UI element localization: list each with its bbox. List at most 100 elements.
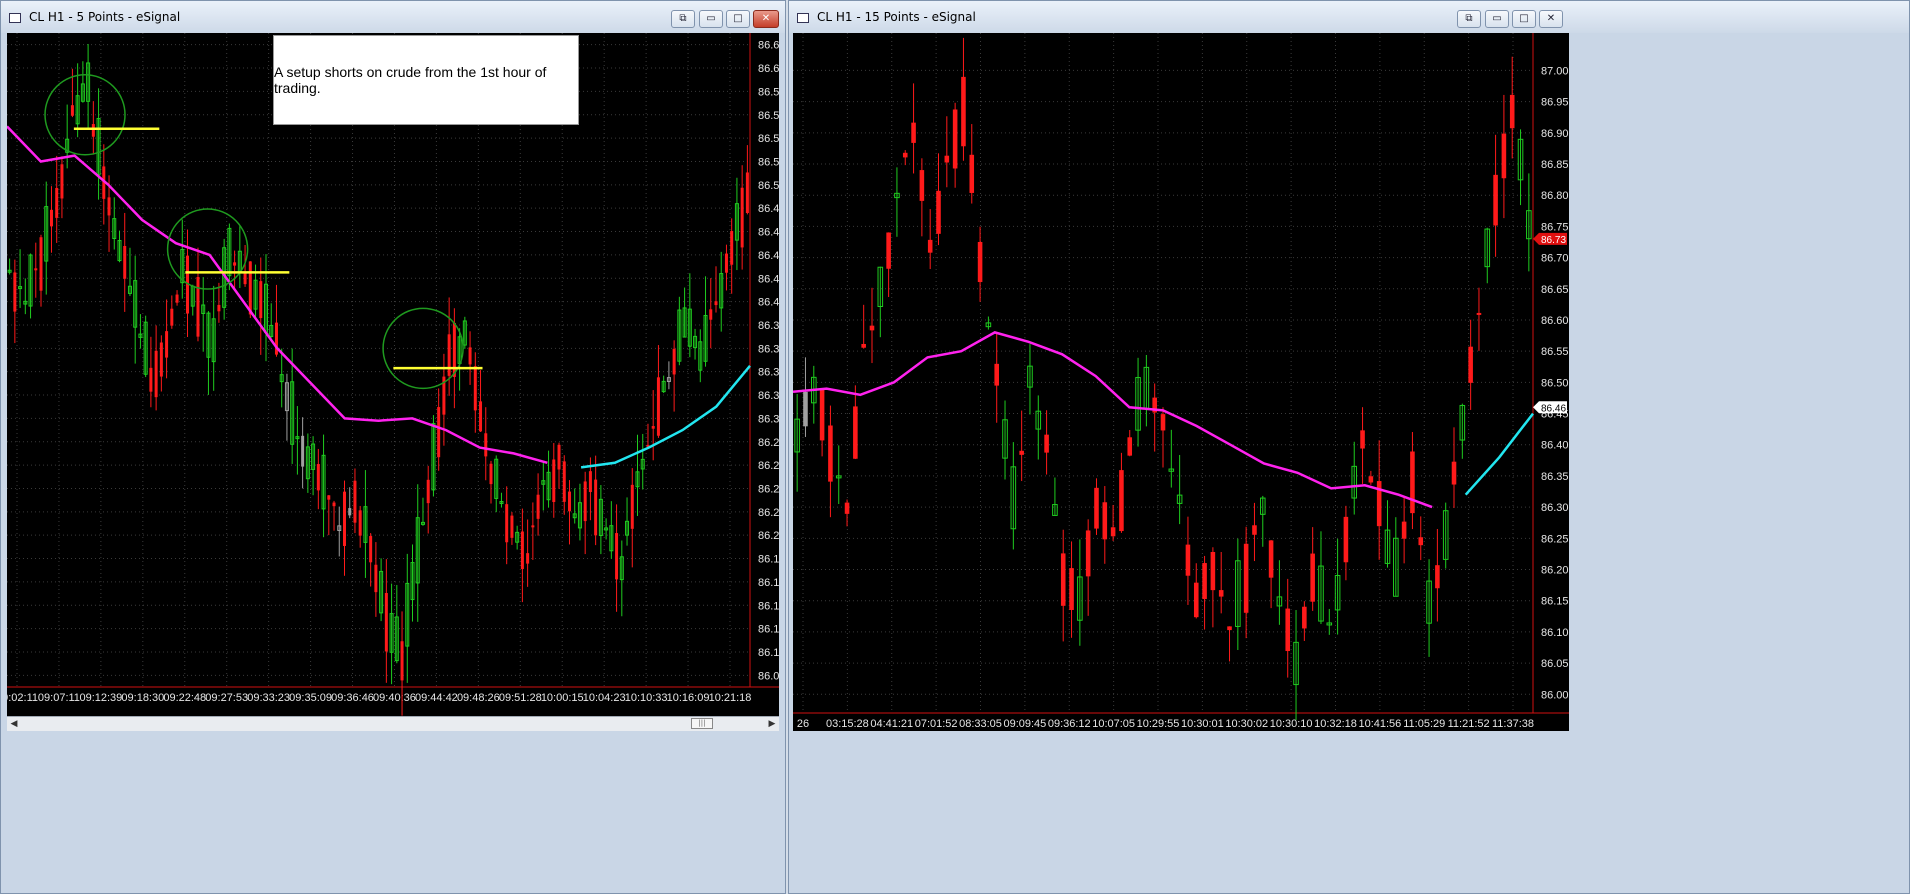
candle-body [447, 334, 451, 376]
y-tick-label: 86.28 [758, 437, 779, 449]
y-tick-label: 86.52 [758, 156, 779, 168]
x-tick-label: 09:40:36 [373, 692, 416, 704]
candle-body [1044, 434, 1049, 453]
x-tick-label: 10:30:02 [1225, 718, 1268, 730]
horizontal-scrollbar[interactable]: ◀ ||| ▶ [7, 716, 779, 731]
x-tick-label: 10:07:05 [1092, 718, 1135, 730]
scroll-left-icon[interactable]: ◀ [7, 717, 21, 731]
y-tick-label: 86.44 [758, 250, 779, 262]
candle-body [615, 533, 619, 580]
x-tick-label: 09:51:28 [499, 692, 542, 704]
title-bar[interactable]: CL H1 - 5 Points - eSignal ⧉ ▭ □ ✕ [1, 1, 785, 33]
x-tick-label: 09:18:30 [121, 692, 164, 704]
close-button[interactable]: ✕ [1539, 10, 1563, 28]
close-button[interactable]: ✕ [753, 10, 779, 28]
candle-body [714, 301, 718, 306]
chart-annotation[interactable]: A setup shorts on crude from the 1st hou… [273, 35, 579, 125]
x-tick-label: 26 [797, 718, 809, 730]
candle-body [342, 491, 346, 546]
candle-body [944, 155, 950, 163]
candle-body [348, 508, 352, 516]
minimize-button[interactable]: ▭ [1485, 10, 1509, 28]
scroll-right-icon[interactable]: ▶ [765, 717, 779, 731]
y-tick-label: 86.25 [1541, 533, 1569, 545]
title-bar[interactable]: CL H1 - 15 Points - eSignal ⧉ ▭ □ ✕ [789, 1, 1909, 33]
candle-body [217, 304, 221, 312]
candle-body [936, 190, 941, 234]
candle-body [13, 272, 17, 312]
candle-body [1310, 553, 1315, 602]
candle-body [1410, 451, 1415, 514]
maximize-button[interactable]: □ [1512, 10, 1536, 28]
y-tick-label: 86.50 [1541, 377, 1569, 389]
candle-body [531, 525, 535, 528]
candle-body [332, 502, 336, 507]
y-tick-label: 86.42 [758, 273, 779, 285]
x-tick-label: 03:15:28 [826, 718, 869, 730]
candle-body [1285, 608, 1291, 652]
y-tick-label: 86.60 [758, 63, 779, 75]
right-chart-window[interactable]: CL H1 - 15 Points - eSignal ⧉ ▭ □ ✕ 86.0… [788, 0, 1910, 894]
x-tick-label: 10:41:56 [1358, 718, 1401, 730]
candle-body [1218, 590, 1224, 597]
x-tick-label: 10:16:09 [667, 692, 710, 704]
setup-circle [166, 208, 249, 290]
candle-body [672, 348, 676, 375]
candlestick-chart[interactable]: 86.08 86.10 86.12 86.14 86.16 86.18 86.20 86.22… [7, 33, 779, 716]
y-tick-label: 86.24 [758, 483, 779, 495]
candle-body [562, 461, 566, 502]
candle-body [1418, 537, 1424, 546]
candle-body [437, 407, 441, 458]
candle-body [175, 294, 179, 303]
candle-body [1227, 626, 1232, 631]
candle-body [994, 363, 999, 386]
candle-body [1060, 553, 1066, 606]
candle-body [919, 170, 925, 201]
candle-body [1451, 461, 1457, 485]
y-tick-label: 86.75 [1541, 221, 1569, 233]
setup-circle [44, 74, 126, 156]
maximize-button[interactable]: □ [726, 10, 750, 28]
left-chart-window[interactable]: CL H1 - 5 Points - eSignal ⧉ ▭ □ ✕ 86.0 8… [0, 0, 786, 894]
candle-body [384, 593, 388, 652]
y-tick-label: 86.22 [758, 507, 779, 519]
minimize-button[interactable]: ▭ [699, 10, 723, 28]
x-tick-label: 10:10:33 [625, 692, 668, 704]
candle-body [1501, 133, 1507, 179]
candle-body [91, 124, 95, 137]
restore-button[interactable]: ⧉ [671, 10, 695, 28]
price-chart-15-points[interactable]: 86.00 86.05 86.10 86.15 86.20 86.25 86.30 86.35… [793, 33, 1569, 731]
candle-body [1085, 530, 1091, 577]
candle-body [828, 425, 833, 482]
candle-body [588, 471, 592, 493]
candle-body [520, 531, 524, 570]
scroll-thumb[interactable]: ||| [691, 718, 713, 729]
candle-body [400, 641, 404, 681]
y-tick-label: 86.00 [1541, 689, 1569, 701]
candle-body [1493, 174, 1498, 226]
y-tick-label: 86.54 [758, 133, 779, 145]
candlestick-chart[interactable]: 86.00 86.05 86.10 86.15 86.20 86.25 86.30 86.35… [793, 33, 1569, 731]
restore-button[interactable]: ⧉ [1457, 10, 1481, 28]
y-tick-label: 86.30 [758, 413, 779, 425]
price-chart-5-points[interactable]: 86.08 86.10 86.12 86.14 86.16 86.18 86.20 86.22… [7, 33, 779, 716]
y-tick-label: 86.95 [1541, 97, 1569, 109]
candle-body [154, 350, 158, 398]
x-tick-label: 11:37:38 [1492, 718, 1534, 730]
candle-body [374, 564, 378, 593]
y-tick-label: 86.10 [758, 647, 779, 659]
price-tag-label: 86.73 [1541, 235, 1566, 246]
window-title: CL H1 - 15 Points - eSignal [817, 10, 976, 24]
candle-body [39, 237, 43, 291]
candle-body [1127, 437, 1133, 456]
candle-body [1252, 525, 1257, 535]
candle-body [902, 152, 908, 158]
x-tick-label: 09:35:09 [289, 692, 332, 704]
x-tick-label: 10:30:01 [1181, 718, 1224, 730]
candle-body [1268, 540, 1274, 578]
y-tick-label: 86.56 [758, 110, 779, 122]
candle-body [1210, 551, 1216, 591]
x-tick-label: 09:09:45 [1003, 718, 1046, 730]
y-tick-label: 86.50 [758, 180, 779, 192]
candle-body [510, 515, 514, 538]
